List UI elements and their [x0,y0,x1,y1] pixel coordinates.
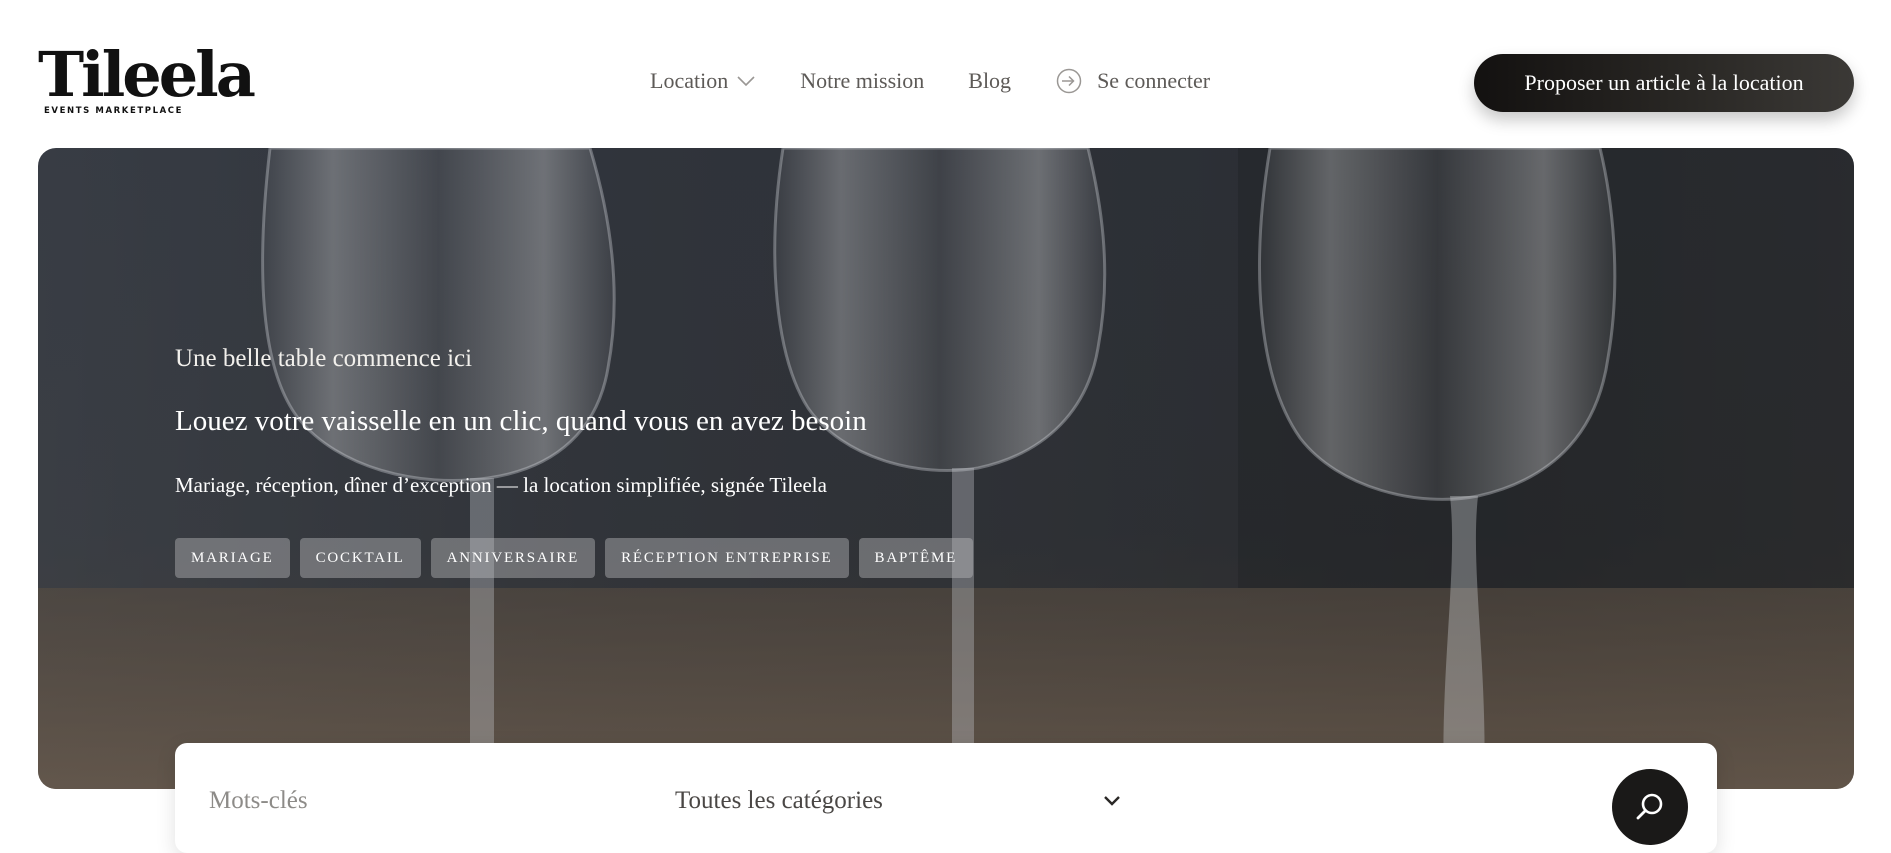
logo-tagline: EVENTS MARKETPLACE [44,106,184,116]
nav-location[interactable]: Location [650,68,756,94]
nav-blog-label: Blog [968,68,1012,93]
main-nav: Location Notre mission Blog Se connecter [650,66,1210,96]
search-icon [1636,793,1663,820]
event-tags: MARIAGE COCKTAIL ANNIVERSAIRE RÉCEPTION … [175,538,983,578]
nav-login-label: Se connecter [1097,68,1211,93]
hero-subtitle: Mariage, réception, dîner d’exception — … [175,473,827,497]
chevron-down-icon [737,76,755,87]
nav-location-label: Location [650,68,729,93]
propose-article-button[interactable]: Proposer un article à la location [1474,54,1854,112]
category-select[interactable]: Toutes les catégories [675,783,1135,819]
logo[interactable]: Tileela EVENTS MARKETPLACE [38,40,256,118]
hero-banner: Une belle table commence ici Louez votre… [38,148,1854,789]
tag-reception-entreprise[interactable]: RÉCEPTION ENTREPRISE [605,538,849,578]
search-bar: Toutes les catégories [175,743,1717,853]
hero-eyebrow: Une belle table commence ici [175,345,473,372]
search-button[interactable] [1612,769,1688,845]
keywords-input[interactable] [207,783,627,819]
nav-mission[interactable]: Notre mission [800,68,924,94]
login-arrow-icon [1056,68,1082,94]
site-header: Tileela EVENTS MARKETPLACE Location Notr… [0,0,1891,150]
hero-content: Une belle table commence ici Louez votre… [175,344,983,578]
nav-login[interactable]: Se connecter [1055,67,1210,95]
category-select-value: Toutes les catégories [675,787,883,814]
nav-blog[interactable]: Blog [968,68,1011,94]
tag-anniversaire[interactable]: ANNIVERSAIRE [430,538,596,578]
tag-bapteme[interactable]: BAPTÊME [858,538,974,578]
tag-mariage[interactable]: MARIAGE [175,538,290,578]
nav-mission-label: Notre mission [800,68,925,93]
chevron-down-icon [1104,796,1120,806]
logo-wordmark: Tileela [38,38,256,111]
tag-cocktail[interactable]: COCKTAIL [299,538,421,578]
hero-title: Louez votre vaisselle en un clic, quand … [175,405,867,437]
